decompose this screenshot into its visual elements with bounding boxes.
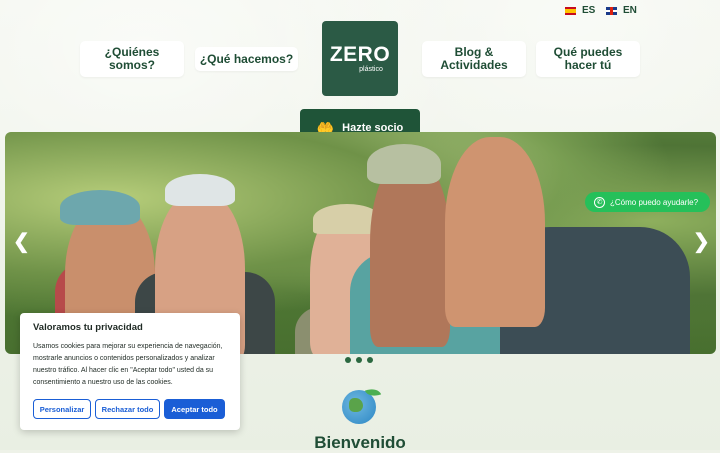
nav-quienes-somos[interactable]: ¿Quiénes somos?	[80, 41, 184, 77]
nav-blog-actividades[interactable]: Blog & Actividades	[422, 41, 526, 77]
cookie-customize-button[interactable]: Personalizar	[33, 399, 91, 419]
hero-photo-detail	[165, 174, 235, 206]
carousel-next-arrow-icon[interactable]: ❯	[693, 229, 710, 254]
nav-que-hacemos[interactable]: ¿Qué hacemos?	[195, 47, 298, 71]
welcome-heading: Bienvenido	[314, 433, 406, 452]
whatsapp-label: ¿Cómo puedo ayudarle?	[610, 197, 699, 207]
whatsapp-chat-button[interactable]: ✆ ¿Cómo puedo ayudarle?	[585, 192, 710, 212]
flag-spain-icon	[565, 6, 576, 15]
nav-blog-label: Blog & Actividades	[440, 45, 508, 72]
carousel-prev-arrow-icon[interactable]: ❮	[13, 229, 30, 254]
nav-que-hacemos-label: ¿Qué hacemos?	[199, 51, 294, 66]
logo-wordmark: ZERO	[329, 43, 391, 66]
cookie-text: Usamos cookies para mejorar su experienc…	[33, 343, 223, 386]
hero-photo-person	[370, 157, 450, 347]
language-es-link[interactable]: ES	[565, 5, 595, 16]
cookie-reject-button[interactable]: Rechazar todo	[95, 399, 160, 419]
hero-photo-person	[445, 137, 545, 327]
carousel-dot[interactable]	[345, 357, 351, 363]
language-en-label: EN	[623, 5, 637, 16]
carousel-dot[interactable]	[367, 357, 373, 363]
globe-land-detail	[349, 398, 363, 412]
site-logo[interactable]: ZERO plástico	[322, 21, 398, 96]
logo-subtitle: plástico	[359, 66, 383, 73]
carousel-dots	[345, 357, 373, 363]
nav-quienes-somos-label: ¿Quiénes somos?	[104, 45, 160, 72]
hero-photo-detail	[60, 190, 140, 225]
language-es-label: ES	[582, 5, 596, 16]
nav-que-puedes-label: Qué puedes hacer tú	[553, 45, 623, 72]
flag-uk-icon	[606, 6, 617, 15]
cookie-consent-banner: Valoramos tu privacidad Usamos cookies p…	[20, 313, 240, 430]
language-en-link[interactable]: EN	[606, 5, 637, 16]
cookie-title: Valoramos tu privacidad	[33, 322, 143, 333]
cookie-accept-button[interactable]: Aceptar todo	[164, 399, 225, 419]
cookie-buttons: Personalizar Rechazar todo Aceptar todo	[33, 399, 227, 419]
carousel-dot[interactable]	[356, 357, 362, 363]
nav-que-puedes-hacer[interactable]: Qué puedes hacer tú	[536, 41, 640, 77]
hero-photo-detail	[367, 144, 441, 184]
whatsapp-icon: ✆	[594, 196, 605, 208]
